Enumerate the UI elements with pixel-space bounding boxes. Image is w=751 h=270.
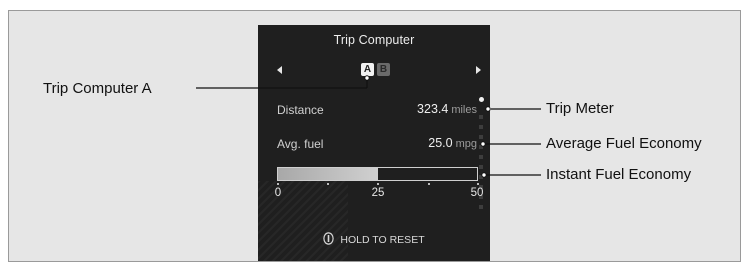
leader-dot xyxy=(364,75,370,81)
leader-dot xyxy=(481,172,487,178)
leader-dot xyxy=(485,106,491,112)
leader-dot xyxy=(480,141,486,147)
diagram-frame: Trip Computer A B Distance 323.4 miles Av… xyxy=(0,0,751,270)
callout-trip-computer-a: Trip Computer A xyxy=(43,80,152,97)
callout-trip-meter: Trip Meter xyxy=(546,100,614,117)
callout-average-fuel-economy: Average Fuel Economy xyxy=(546,135,702,152)
callout-instant-fuel-economy: Instant Fuel Economy xyxy=(546,166,692,183)
